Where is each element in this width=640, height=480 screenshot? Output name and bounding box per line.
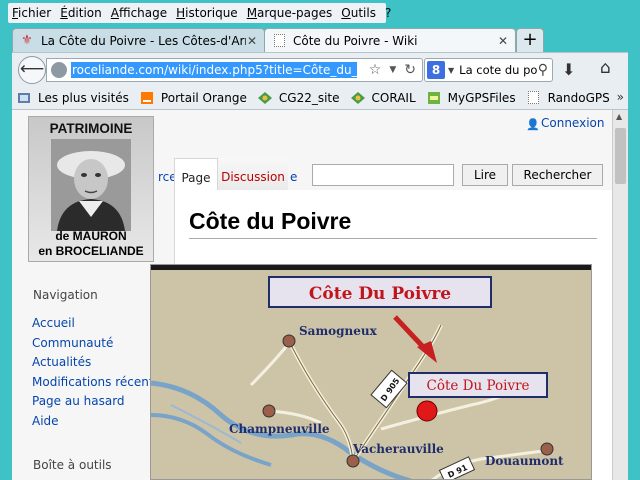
scroll-up-icon[interactable]: ▲ — [616, 112, 622, 121]
menu-edition[interactable]: Édition — [60, 6, 102, 20]
logo-subtitle-line2: en BROCELIANDE — [38, 244, 144, 258]
bookmarks-overflow-icon[interactable]: » — [617, 90, 624, 104]
cg22-icon — [257, 90, 273, 106]
bookmark-les-plus-visites[interactable]: Les plus visités — [16, 90, 129, 106]
wiki-search-input[interactable] — [312, 164, 454, 186]
place-label-douaumont: Douaumont — [485, 454, 564, 468]
site-logo[interactable]: PATRIMOINE de MAURON en BROCELIANDE — [28, 116, 154, 262]
sidebar-item-accueil[interactable]: Accueil — [32, 316, 75, 330]
bookmark-cg22-site[interactable]: CG22_site — [257, 90, 340, 106]
bookmark-star-icon[interactable]: ☆ — [369, 62, 382, 78]
close-tab-icon[interactable]: ✕ — [497, 34, 509, 48]
title-divider — [189, 238, 597, 239]
sidebar-item-page-au-hasard[interactable]: Page au hasard — [32, 394, 125, 408]
tab-history-edge[interactable]: e — [290, 170, 297, 184]
map-title: Côte Du Poivre — [309, 284, 451, 304]
orange-icon — [139, 90, 155, 106]
page-viewport: PATRIMOINE de MAURON en BROCELIANDE 👤 Co… — [12, 110, 628, 480]
bookmark-mygpsfiles[interactable]: MyGPSFiles — [426, 90, 516, 106]
page-favicon-icon — [271, 34, 287, 48]
read-button[interactable]: Lire — [462, 164, 508, 186]
map-drawing: D 905 D 91 Côte Du Poivre Samogneux Cham… — [151, 265, 591, 479]
portrait-image — [51, 139, 131, 231]
search-icon[interactable]: ⚲ — [538, 62, 548, 78]
bookmark-portail-orange[interactable]: Portail Orange — [139, 90, 247, 106]
tab-bar: ⚜ La Côte du Poivre - Les Côtes-d'Arm...… — [0, 26, 640, 52]
bookmark-corail[interactable]: CORAIL — [350, 90, 416, 106]
back-button[interactable]: ⟵ — [18, 56, 46, 84]
page-scrollbar[interactable]: ▲ — [612, 110, 628, 480]
bookmark-label: CORAIL — [371, 90, 416, 105]
dropdown-arrow-icon[interactable]: ▼ — [389, 65, 396, 75]
sidebar-item-modifications-recentes[interactable]: Modifications récentes — [32, 375, 167, 389]
logo-subtitle-line1: de MAURON — [55, 229, 127, 243]
place-label-samogneux: Samogneux — [299, 324, 378, 338]
search-engine-icon[interactable]: 8 — [427, 61, 445, 79]
sidebar-item-aide[interactable]: Aide — [32, 414, 59, 428]
login-link[interactable]: 👤 Connexion — [526, 116, 605, 131]
user-icon: 👤 — [526, 117, 540, 131]
chevron-down-icon[interactable]: ▼ — [448, 66, 454, 75]
menu-outils[interactable]: Outils — [341, 6, 376, 20]
back-arrow-icon: ⟵ — [19, 59, 45, 79]
login-label: Connexion — [541, 116, 605, 130]
sidebar-navigation-heading: Navigation — [33, 288, 98, 302]
site-favicon-icon: ⚜ — [21, 33, 33, 48]
menu-affichage[interactable]: Affichage — [111, 6, 167, 20]
bookmark-label: MyGPSFiles — [447, 90, 516, 105]
search-bar[interactable]: 8 ▼ La cote du po ⚲ — [424, 58, 553, 82]
menu-bar: Fichier Édition Affichage Historique Mar… — [8, 3, 391, 23]
map-image[interactable]: D 905 D 91 Côte Du Poivre Samogneux Cham… — [150, 264, 592, 480]
tab-page[interactable]: Page — [174, 158, 218, 190]
bookmark-icon — [16, 90, 32, 106]
corail-icon — [350, 90, 366, 106]
bookmark-label: Les plus visités — [38, 90, 129, 105]
tab-cote-du-poivre-wiki[interactable]: Côte du Poivre - Wiki ✕ — [264, 28, 516, 52]
menu-aide[interactable]: ? — [385, 6, 391, 20]
logo-title: PATRIMOINE — [49, 121, 133, 136]
bookmarks-toolbar: Les plus visités Portail Orange CG22_sit… — [12, 86, 628, 110]
menu-historique[interactable]: Historique — [176, 6, 238, 20]
close-tab-icon[interactable]: ✕ — [246, 34, 258, 48]
sidebar-tools-heading: Boîte à outils — [33, 458, 112, 472]
navigation-toolbar: ⟵ roceliande.com/wiki/index.php5?title=C… — [12, 52, 628, 86]
search-button[interactable]: Rechercher — [512, 164, 603, 186]
tab-cote-du-poivre-cotes-darmor[interactable]: ⚜ La Côte du Poivre - Les Côtes-d'Arm...… — [12, 28, 265, 52]
globe-icon — [51, 62, 67, 78]
bookmark-label: RandoGPS — [547, 90, 610, 105]
bookmark-label: Portail Orange — [160, 90, 247, 105]
sidebar-item-communaute[interactable]: Communauté — [32, 336, 113, 350]
place-label-vacherauville: Vacherauville — [352, 442, 444, 456]
tab-title: La Côte du Poivre - Les Côtes-d'Arm... — [41, 33, 246, 48]
page-title: Côte du Poivre — [189, 208, 352, 234]
place-label-cote-du-poivre: Côte Du Poivre — [426, 378, 529, 394]
mygps-icon — [426, 90, 442, 106]
sidebar-item-actualites[interactable]: Actualités — [32, 355, 91, 369]
scrollbar-thumb[interactable] — [615, 128, 626, 184]
search-input[interactable]: La cote du po — [459, 63, 538, 77]
tab-title: Côte du Poivre - Wiki — [293, 33, 418, 48]
menu-fichier[interactable]: Fichier — [12, 6, 51, 20]
bookmark-randogps[interactable]: RandoGPS — [526, 90, 610, 106]
reload-icon[interactable]: ↻ — [404, 62, 416, 78]
tab-discussion[interactable]: Discussion — [218, 158, 288, 190]
bookmark-label: CG22_site — [278, 90, 340, 105]
address-bar[interactable]: roceliande.com/wiki/index.php5?title=Côt… — [46, 58, 423, 82]
url-text[interactable]: roceliande.com/wiki/index.php5?title=Côt… — [71, 62, 357, 78]
place-label-champneuville: Champneuville — [229, 422, 330, 436]
new-tab-button[interactable]: + — [516, 28, 544, 52]
page-icon — [526, 90, 542, 106]
menu-marque-pages[interactable]: Marque-pages — [247, 6, 333, 20]
home-icon[interactable]: ⌂ — [600, 58, 611, 78]
download-icon[interactable]: ⬇ — [562, 60, 575, 79]
